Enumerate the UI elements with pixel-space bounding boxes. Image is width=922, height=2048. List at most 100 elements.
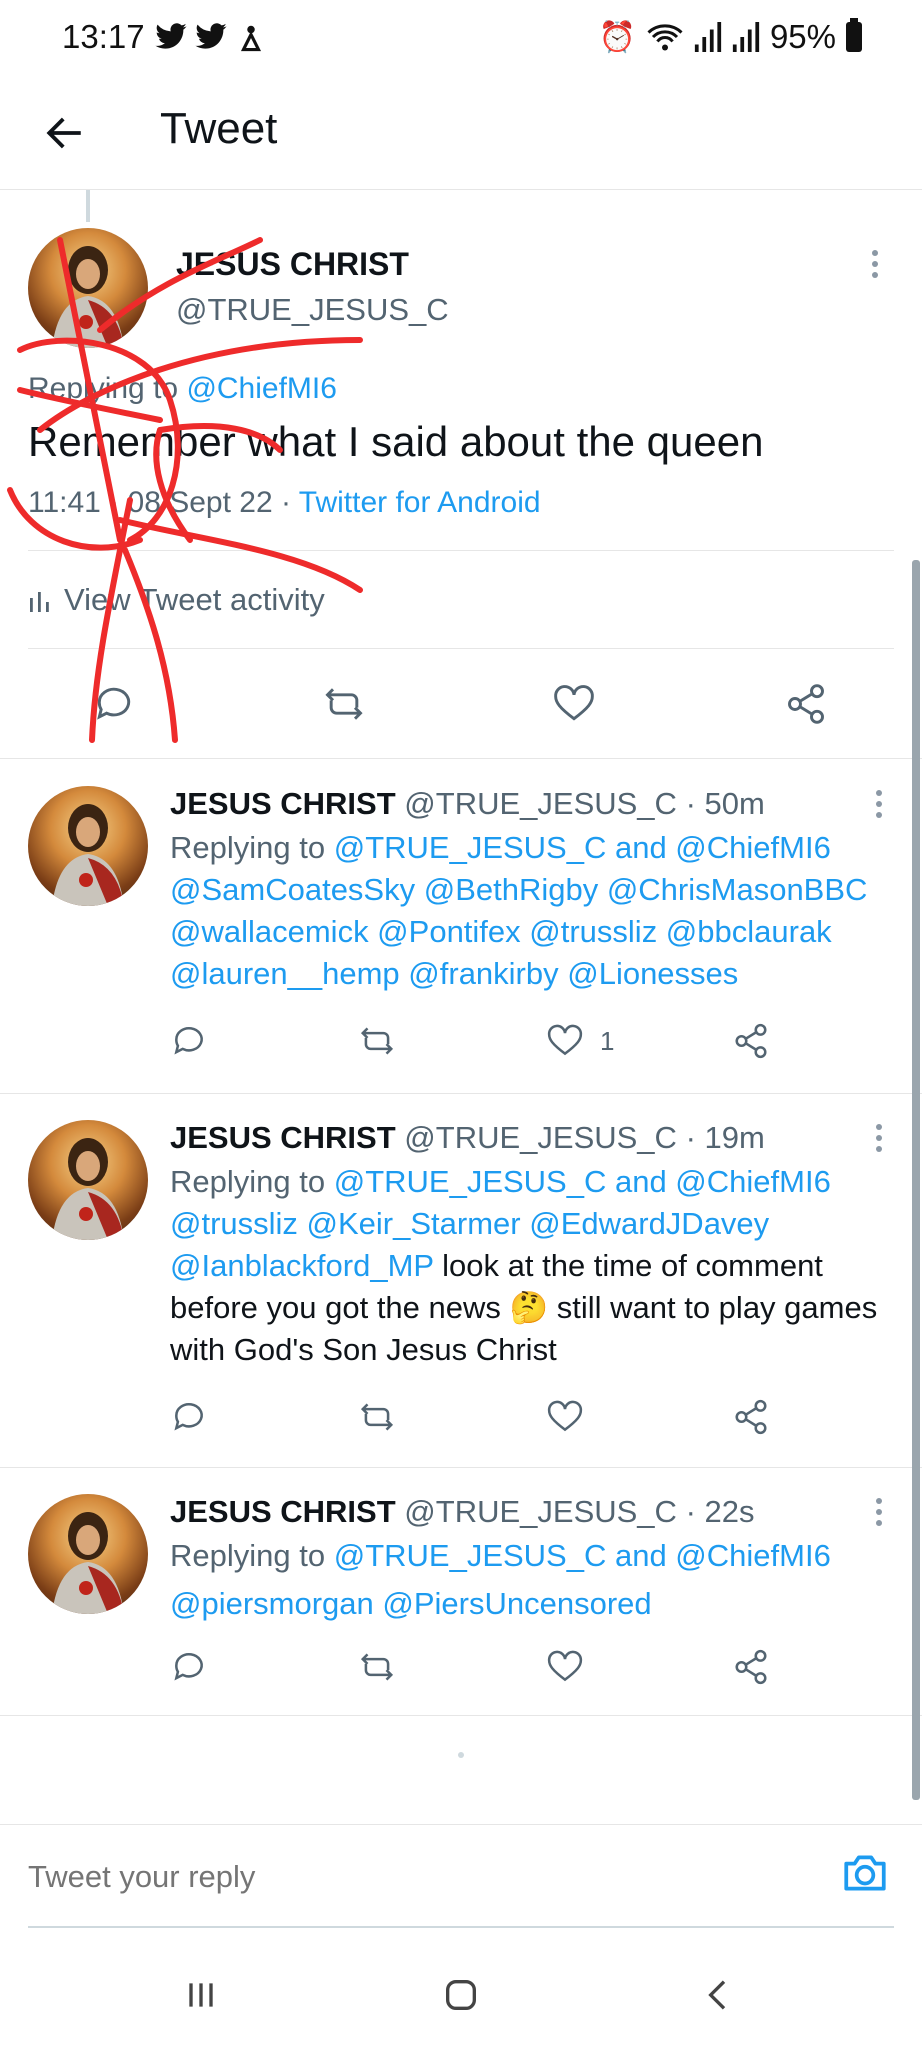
reply-header: JESUS CHRIST @TRUE_JESUS_C · 19m	[170, 1116, 765, 1159]
author-handle[interactable]: @TRUE_JESUS_C	[404, 786, 677, 821]
replying-to: Replying to @ChiefMI6	[28, 372, 337, 406]
share-icon[interactable]	[732, 1022, 770, 1060]
mention-list[interactable]: @trussliz @Keir_Starmer @EdwardJDavey	[170, 1202, 769, 1245]
reply-tweet[interactable]: JESUS CHRIST @TRUE_JESUS_C · 22s Replyin…	[0, 1468, 922, 1716]
avatar[interactable]	[28, 786, 148, 906]
reply-icon[interactable]	[92, 682, 136, 726]
top-app-bar: Tweet	[0, 78, 922, 190]
analytics-icon	[30, 592, 49, 612]
author-handle[interactable]: @TRUE_JESUS_C	[176, 292, 449, 328]
like-icon[interactable]	[546, 1398, 584, 1436]
like-count: 1	[600, 1026, 615, 1056]
retweet-icon[interactable]	[358, 1398, 396, 1436]
replying-to-link[interactable]: @TRUE_JESUS_C and @ChiefMI6	[334, 830, 831, 865]
reply-composer	[0, 1824, 922, 1928]
replying-to: Replying to @TRUE_JESUS_C and @ChiefMI6	[170, 826, 831, 869]
replying-to: Replying to @TRUE_JESUS_C and @ChiefMI6	[170, 1534, 831, 1577]
avatar[interactable]	[28, 1120, 148, 1240]
system-navigation-bar	[0, 1940, 922, 2048]
like-icon[interactable]	[546, 1648, 584, 1686]
author-handle[interactable]: @TRUE_JESUS_C	[404, 1120, 677, 1155]
tweet-age: · 19m	[685, 1120, 765, 1155]
retweet-icon[interactable]	[358, 1022, 396, 1060]
author-name[interactable]: JESUS CHRIST	[170, 1494, 396, 1529]
reply-input[interactable]	[28, 1859, 788, 1895]
author-name[interactable]: JESUS CHRIST	[170, 1120, 396, 1155]
home-button[interactable]	[436, 1970, 486, 2020]
reply-text: before you got the news	[170, 1290, 510, 1325]
tweet-age: · 50m	[685, 786, 765, 821]
replying-prefix: Replying to	[170, 1164, 326, 1199]
tweet-text: Remember what I said about the queen	[28, 418, 764, 465]
divider	[28, 648, 894, 649]
reply-icon[interactable]	[170, 1022, 208, 1060]
reply-icon[interactable]	[170, 1398, 208, 1436]
activity-label: View Tweet activity	[64, 582, 325, 617]
mention-list[interactable]: @lauren__hemp @frankirby @Lionesses	[170, 952, 738, 995]
mention-link[interactable]: @Ianblackford_MP	[170, 1248, 434, 1283]
reply-tweet[interactable]: JESUS CHRIST @TRUE_JESUS_C · 50m Replyin…	[0, 760, 922, 1094]
share-icon[interactable]	[732, 1398, 770, 1436]
author-handle[interactable]: @TRUE_JESUS_C	[404, 1494, 677, 1529]
recent-apps-icon	[189, 1983, 213, 2007]
replying-to-link[interactable]: @ChiefMI6	[186, 372, 337, 405]
retweet-icon[interactable]	[358, 1648, 396, 1686]
twitter-notification-icon	[195, 23, 227, 49]
back-button[interactable]	[38, 106, 92, 160]
avatar-image	[52, 246, 124, 348]
chevron-left-icon	[708, 1980, 726, 2010]
like-icon[interactable]	[546, 1022, 584, 1060]
camera-icon[interactable]	[840, 1847, 890, 1897]
replying-prefix: Replying to	[170, 1538, 326, 1573]
tweet-time: 11:41	[28, 486, 101, 519]
recent-apps-button[interactable]	[176, 1970, 226, 2020]
page-title: Tweet	[160, 104, 278, 153]
thread-connector-line	[86, 190, 90, 222]
home-icon	[446, 1980, 476, 2010]
reply-text-line: before you got the news 🤔 still want to …	[170, 1286, 877, 1329]
reply-tweet[interactable]: JESUS CHRIST @TRUE_JESUS_C · 19m Replyin…	[0, 1094, 922, 1468]
avatar[interactable]	[28, 1494, 148, 1614]
share-icon[interactable]	[784, 682, 828, 726]
status-indicators: ⏰ 95%	[599, 18, 862, 56]
more-options-button[interactable]	[864, 1492, 894, 1532]
tweet-source[interactable]: Twitter for Android	[299, 486, 541, 519]
replying-to: Replying to @TRUE_JESUS_C and @ChiefMI6	[170, 1160, 831, 1203]
reply-text: still want to play games	[548, 1290, 878, 1325]
author-name[interactable]: JESUS CHRIST	[176, 246, 409, 283]
replying-prefix: Replying to	[170, 830, 326, 865]
mention-list[interactable]: @SamCoatesSky @BethRigby @ChrisMasonBBC	[170, 868, 867, 911]
reply-icon[interactable]	[170, 1648, 208, 1686]
avatar[interactable]	[28, 228, 148, 348]
replying-to-link[interactable]: @TRUE_JESUS_C and @ChiefMI6	[334, 1538, 831, 1573]
divider	[0, 758, 922, 759]
mention-list[interactable]: @piersmorgan @PiersUncensored	[170, 1582, 652, 1625]
view-tweet-activity-link[interactable]: View Tweet activity	[28, 582, 325, 618]
reply-text: look at the time of comment	[433, 1248, 823, 1283]
notification-icon	[240, 25, 262, 52]
reply-header: JESUS CHRIST @TRUE_JESUS_C · 50m	[170, 782, 765, 825]
loading-indicator	[458, 1752, 464, 1758]
more-options-button[interactable]	[860, 244, 890, 284]
author-name[interactable]: JESUS CHRIST	[170, 786, 396, 821]
reply-text-line: @Ianblackford_MP look at the time of com…	[170, 1244, 823, 1287]
divider	[28, 550, 894, 551]
status-bar: 13:17 ⏰ 95%	[0, 0, 922, 78]
avatar-image	[52, 1138, 124, 1240]
like-icon[interactable]	[552, 682, 596, 726]
arrow-left-icon	[46, 117, 81, 149]
system-back-button[interactable]	[694, 1970, 744, 2020]
share-icon[interactable]	[732, 1648, 770, 1686]
alarm-icon: ⏰	[598, 20, 636, 54]
thinking-emoji: 🤔	[509, 1290, 549, 1325]
battery-percent: 95%	[769, 18, 836, 55]
replying-to-link[interactable]: @TRUE_JESUS_C and @ChiefMI6	[334, 1164, 831, 1199]
status-time: 13:17	[62, 18, 145, 55]
battery-icon	[846, 18, 862, 52]
retweet-icon[interactable]	[322, 682, 366, 726]
more-options-button[interactable]	[864, 784, 894, 824]
twitter-notification-icon	[155, 23, 187, 49]
mention-list[interactable]: @wallacemick @Pontifex @trussliz @bbclau…	[170, 910, 832, 953]
scrollbar[interactable]	[912, 560, 920, 1800]
more-options-button[interactable]	[864, 1118, 894, 1158]
